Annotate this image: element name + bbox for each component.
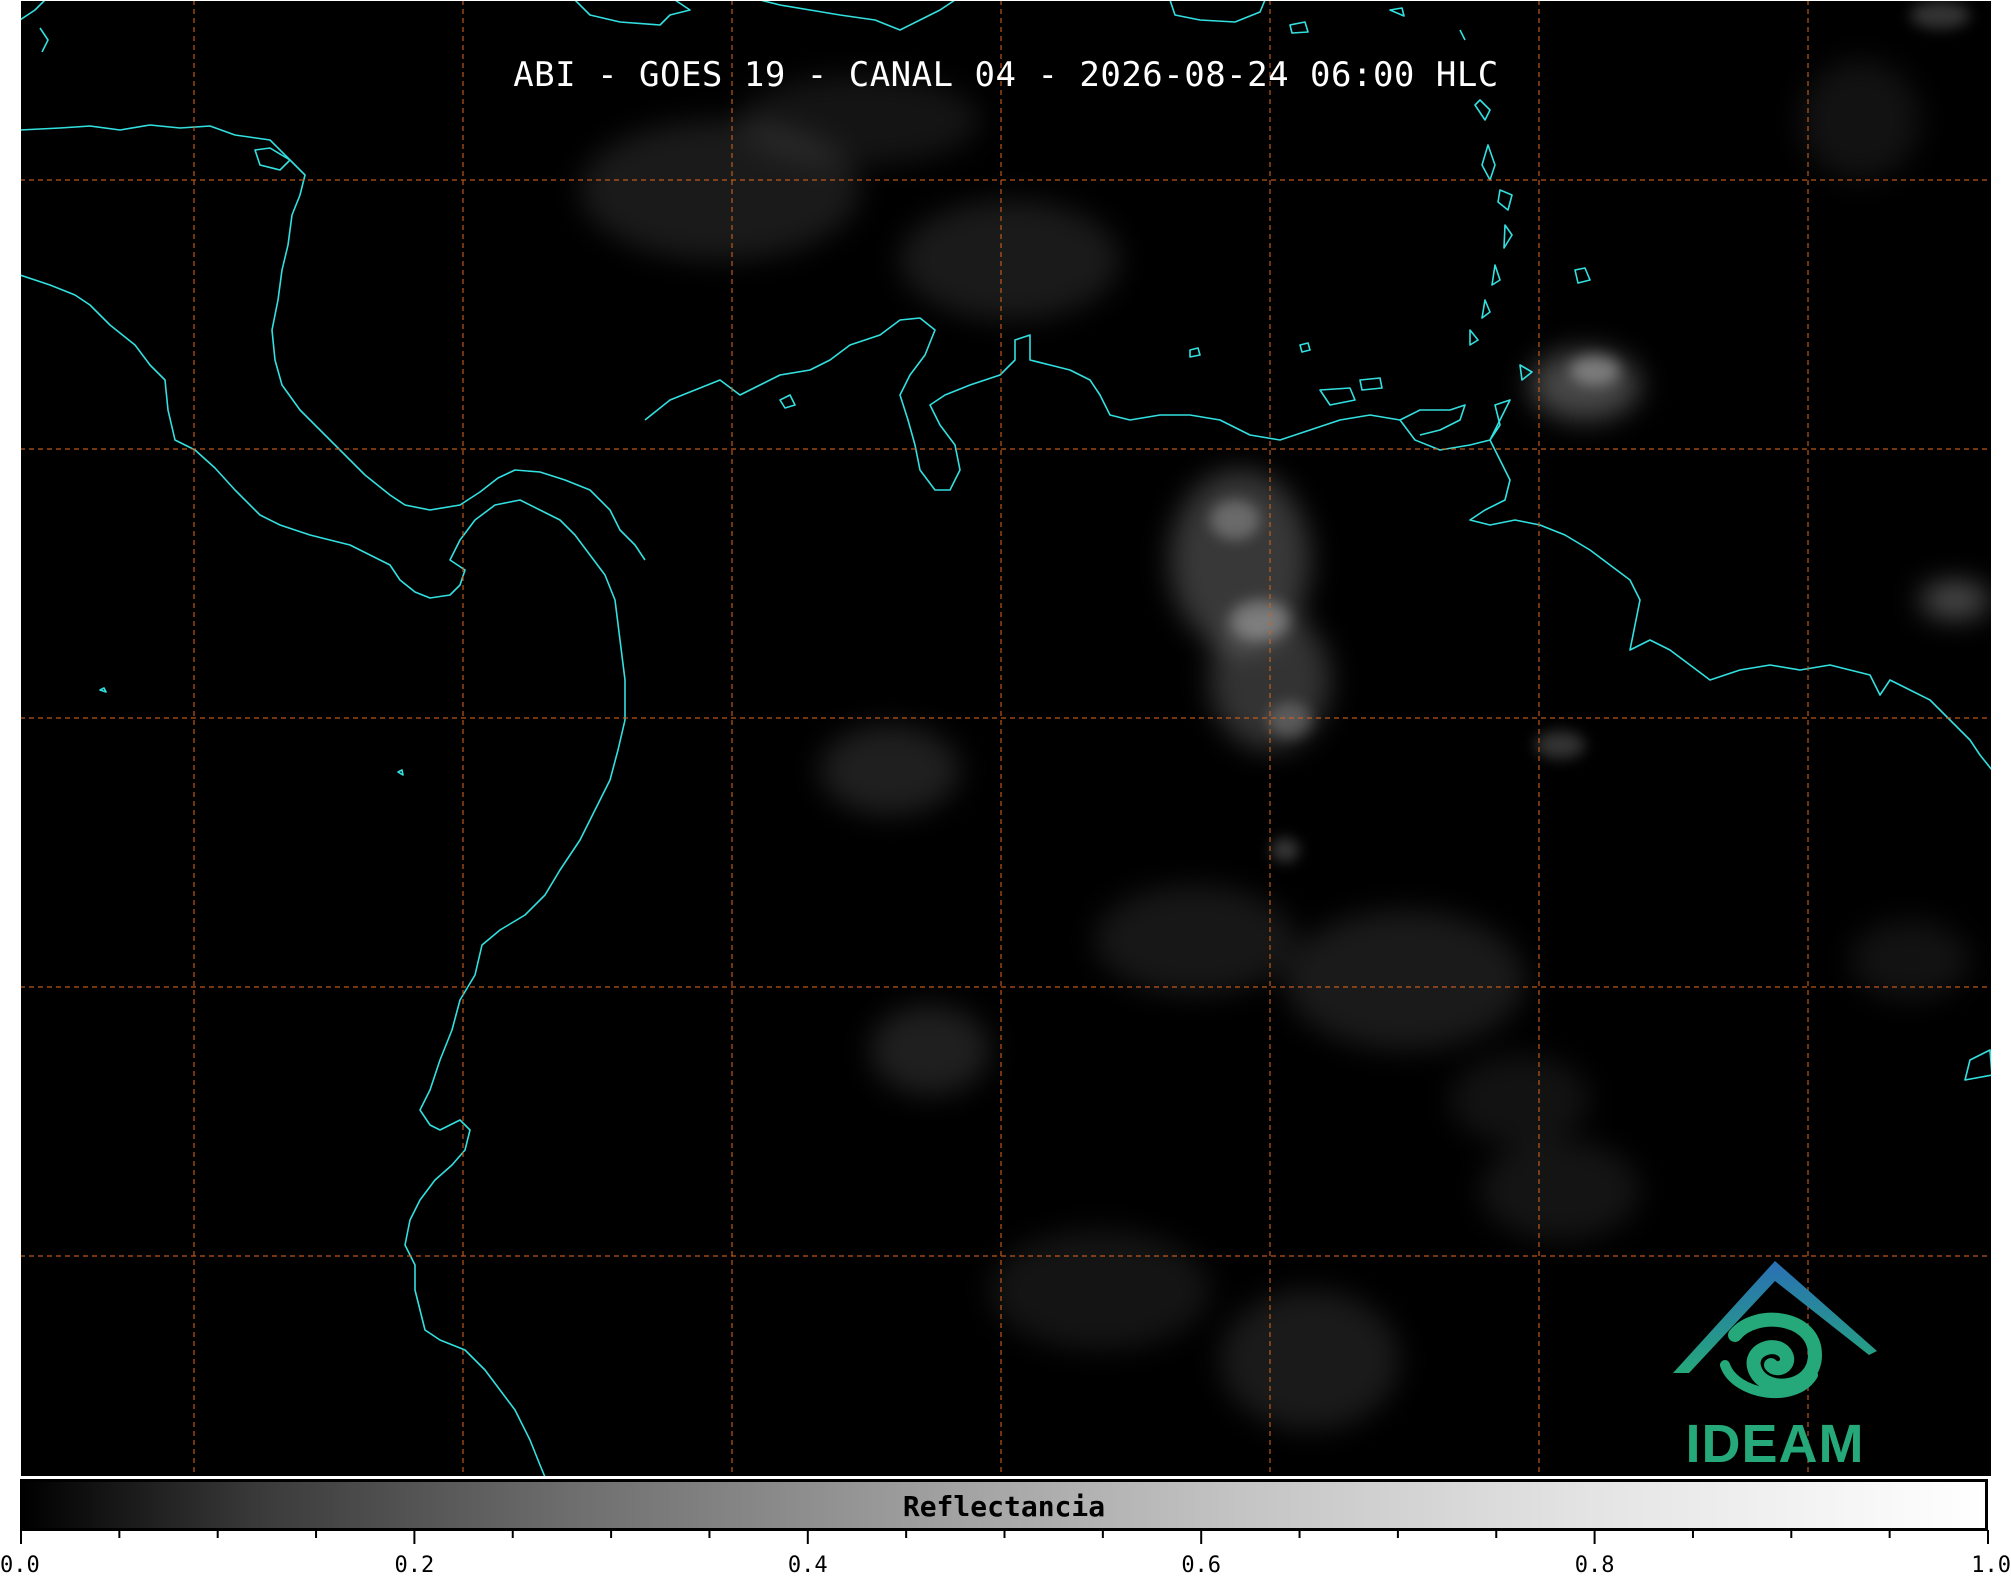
- cloud-detail: [1535, 731, 1585, 759]
- coastline-venezuela: [1399, 399, 1992, 771]
- ideam-mountain-swirl-icon: [1673, 1261, 1877, 1399]
- cloud-detail: [1210, 500, 1260, 540]
- cloud-patch: [900, 200, 1120, 320]
- cloud-detail: [1570, 355, 1620, 385]
- colorbar-tick-label: 0.8: [1574, 1553, 1615, 1577]
- swirl-outer: [1728, 1312, 1823, 1393]
- colorbar-ticks: [20, 1530, 1989, 1544]
- colorbar-tick-label: 1.0: [1971, 1553, 2011, 1577]
- colorbar-tick-label: 0.4: [787, 1553, 828, 1577]
- cloud-patch: [1095, 885, 1295, 995]
- colorbar-tick-label: 0.6: [1181, 1553, 1222, 1577]
- coastline-gulf-of-mexico: [20, 0, 49, 53]
- coastline-caribbean-central-america: [20, 124, 646, 561]
- colorbar-tick-label: 0.2: [394, 1553, 435, 1577]
- colorbar-tick-label: 0.0: [0, 1553, 40, 1577]
- cloud-patch: [1920, 582, 1990, 618]
- cloud-patch: [1450, 1055, 1590, 1145]
- ideam-logo-text: IDEAM: [1685, 1414, 1865, 1474]
- colorbar-label: Reflectancia: [902, 1490, 1106, 1523]
- coastline-small-islands: [99, 7, 1992, 1081]
- cloud-patch: [1480, 1140, 1640, 1240]
- ideam-logo: IDEAM: [1665, 1255, 1885, 1475]
- coastline-central-america-pacific: [20, 274, 626, 1477]
- cloud-patch: [870, 1005, 990, 1095]
- cloud-patch: [820, 725, 960, 815]
- coastline-colombia-caribbean: [644, 317, 1466, 491]
- cloud-detail: [1910, 1, 1970, 29]
- coastline-jamaica: [254, 147, 291, 171]
- coastline-puerto-rico: [1169, 0, 1266, 23]
- satellite-image-page: ABI - GOES 19 - CANAL 04 - 2026-08-24 06…: [0, 0, 2011, 1577]
- cloud-patch: [1285, 910, 1525, 1050]
- image-title: ABI - GOES 19 - CANAL 04 - 2026-08-24 06…: [513, 55, 1499, 95]
- coastline-hispaniola: [759, 0, 956, 31]
- cloud-patch: [990, 1230, 1210, 1350]
- reflectance-colorbar: Reflectancia: [20, 1479, 1988, 1531]
- cloud-patch: [1220, 1290, 1400, 1430]
- cloud-detail: [1268, 702, 1312, 738]
- cloud-detail: [1230, 600, 1290, 640]
- cloud-patch: [1850, 920, 1970, 1000]
- coastline-cuba-hispaniola: [574, 0, 691, 26]
- cloud-detail: [1271, 838, 1299, 862]
- cloud-layer: [580, 60, 1990, 1430]
